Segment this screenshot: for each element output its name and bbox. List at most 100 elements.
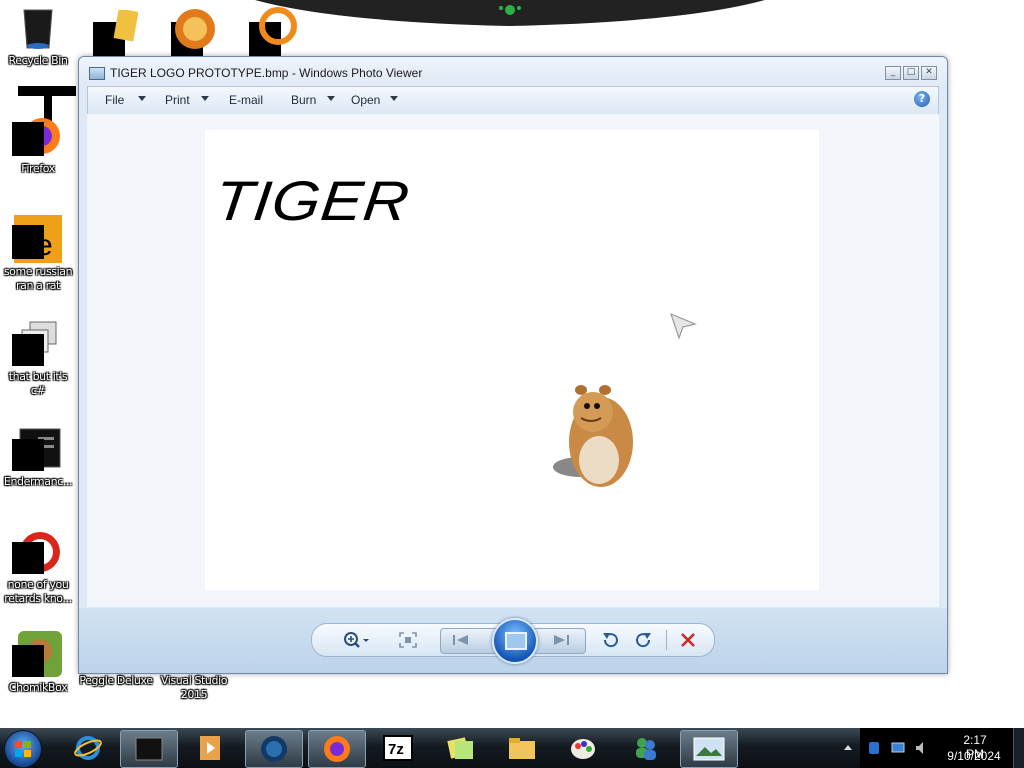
actual-size-icon <box>399 632 417 648</box>
desktop-icon-label: that but it's c# <box>8 370 68 397</box>
desktop-icon-none-of-you[interactable]: none of you retards kno... <box>0 528 76 606</box>
next-button[interactable] <box>549 629 573 651</box>
menu-bar: File Print E-mail Burn Open ? <box>87 86 939 115</box>
previous-icon <box>453 635 468 645</box>
windows-icon <box>12 320 62 368</box>
desktop-icon-some-russian-ran-a-rat[interactable]: e some russian ran a rat <box>0 215 76 293</box>
next-icon <box>554 635 569 645</box>
hamster-image <box>553 385 633 487</box>
firefox-icon <box>12 112 62 160</box>
maximize-button[interactable]: □ <box>903 66 919 80</box>
slide-show-icon <box>505 632 527 650</box>
show-desktop-button[interactable] <box>1013 728 1024 768</box>
taskbar-explorer[interactable] <box>494 730 550 766</box>
firefox-icon <box>324 736 350 762</box>
title-bar[interactable]: TIGER LOGO PROTOTYPE.bmp - Windows Photo… <box>79 57 947 87</box>
desktop-icon-peggle-deluxe[interactable]: Peggle Deluxe <box>78 672 154 688</box>
rotate-clockwise-button[interactable] <box>632 629 656 651</box>
paint-icon <box>571 739 595 759</box>
desktop-icon-firefox[interactable]: Firefox <box>0 112 76 176</box>
folder-icon <box>509 738 535 759</box>
taskbar-terminal[interactable] <box>120 730 178 768</box>
image-viewport[interactable]: TIGER <box>87 114 939 607</box>
terminal-icon <box>135 737 163 761</box>
menu-file[interactable]: File <box>105 93 124 107</box>
controls-pill <box>311 618 715 664</box>
photo-viewer-icon <box>693 737 725 761</box>
menu-print[interactable]: Print <box>165 93 190 107</box>
taskbar-earth[interactable] <box>245 730 303 768</box>
photo-viewer-window[interactable]: TIGER LOGO PROTOTYPE.bmp - Windows Photo… <box>78 56 948 674</box>
orb-app-icon <box>175 9 215 49</box>
globe-icon <box>261 736 287 762</box>
desktop-icon-label: Peggle Deluxe <box>79 674 153 687</box>
displayed-image: TIGER <box>205 130 819 590</box>
mouse-cursor-icon <box>670 312 697 340</box>
ring-app-icon <box>259 7 297 45</box>
help-icon[interactable]: ? <box>914 91 930 107</box>
previous-button[interactable] <box>449 629 473 651</box>
separator <box>666 630 667 650</box>
menu-email[interactable]: E-mail <box>229 93 263 107</box>
desktop-icon-label: Recycle Bin <box>8 54 68 67</box>
terminal-icon <box>12 425 62 473</box>
recycle-bin-icon <box>14 4 62 52</box>
delete-button[interactable] <box>676 629 700 651</box>
chevron-down-icon[interactable] <box>390 96 398 101</box>
menu-burn[interactable]: Burn <box>291 93 316 107</box>
hamster-app-icon <box>12 631 62 679</box>
chevron-down-icon[interactable] <box>138 96 146 101</box>
sticky-notes-icon <box>447 737 473 759</box>
desktop-icon-visual-studio-2015[interactable]: Visual Studio 2015 <box>156 672 232 702</box>
desktop-icon-chomikbox[interactable]: ChomikBox <box>0 631 76 695</box>
chevron-down-icon[interactable] <box>201 96 209 101</box>
windows-logo-icon <box>15 741 31 757</box>
rotate-counterclockwise-button[interactable] <box>598 629 622 651</box>
control-bar <box>79 608 947 673</box>
start-button[interactable] <box>4 730 42 768</box>
7zip-icon: 7z <box>383 735 413 761</box>
taskbar-messenger[interactable] <box>618 730 674 766</box>
taskbar: 7z <box>0 728 1024 768</box>
desktop-icon-endermanch[interactable]: Endermanc... <box>0 425 76 489</box>
taskbar-paint[interactable] <box>556 730 612 766</box>
svg-text:7z: 7z <box>388 741 404 758</box>
desktop-icon-label: ChomikBox <box>8 681 68 694</box>
clock-date[interactable]: 9/10/2024 <box>945 749 1003 763</box>
image-tiger-text: TIGER <box>211 170 414 233</box>
photo-viewer-icon <box>89 67 105 80</box>
desktop-icon-recycle-bin[interactable]: Recycle Bin <box>0 4 76 68</box>
actual-size-button[interactable] <box>396 629 420 651</box>
app-icon <box>12 528 62 576</box>
internet-explorer-icon <box>74 736 102 760</box>
zoom-button[interactable] <box>340 629 374 651</box>
app-icon: e <box>12 215 62 263</box>
network-icon[interactable] <box>890 740 906 756</box>
minimize-button[interactable]: _ <box>885 66 901 80</box>
taskbar-firefox[interactable] <box>308 730 366 768</box>
desktop-icon-that-but-its-csharp[interactable]: that but it's c# <box>0 320 76 398</box>
rotate-counterclockwise-icon <box>603 633 618 648</box>
desktop-icon-label: Firefox <box>21 162 55 175</box>
desktop-icon-label: none of you retards kno... <box>4 578 72 605</box>
taskbar-7zip[interactable]: 7z <box>370 730 426 766</box>
chevron-down-icon[interactable] <box>327 96 335 101</box>
menu-open[interactable]: Open <box>351 93 380 107</box>
delete-icon <box>681 633 695 647</box>
taskbar-photo-viewer[interactable] <box>680 730 738 768</box>
desktop-icon-label: Endermanc... <box>3 475 73 488</box>
taskbar-sticky-notes[interactable] <box>432 730 488 766</box>
slide-show-button[interactable] <box>492 618 538 664</box>
desktop-icon-label: some russian ran a rat <box>3 265 73 292</box>
messenger-icon <box>636 738 656 760</box>
rotate-clockwise-icon <box>636 633 651 648</box>
chevron-up-icon[interactable] <box>843 742 853 752</box>
zoom-icon <box>344 632 369 648</box>
tray-shield-icon[interactable] <box>866 740 882 756</box>
media-player-icon <box>200 736 220 760</box>
top-decoration <box>255 0 765 26</box>
taskbar-internet-explorer[interactable] <box>60 730 116 766</box>
volume-icon[interactable] <box>914 740 930 756</box>
close-button[interactable]: ✕ <box>921 66 937 80</box>
taskbar-media-player[interactable] <box>182 730 238 766</box>
